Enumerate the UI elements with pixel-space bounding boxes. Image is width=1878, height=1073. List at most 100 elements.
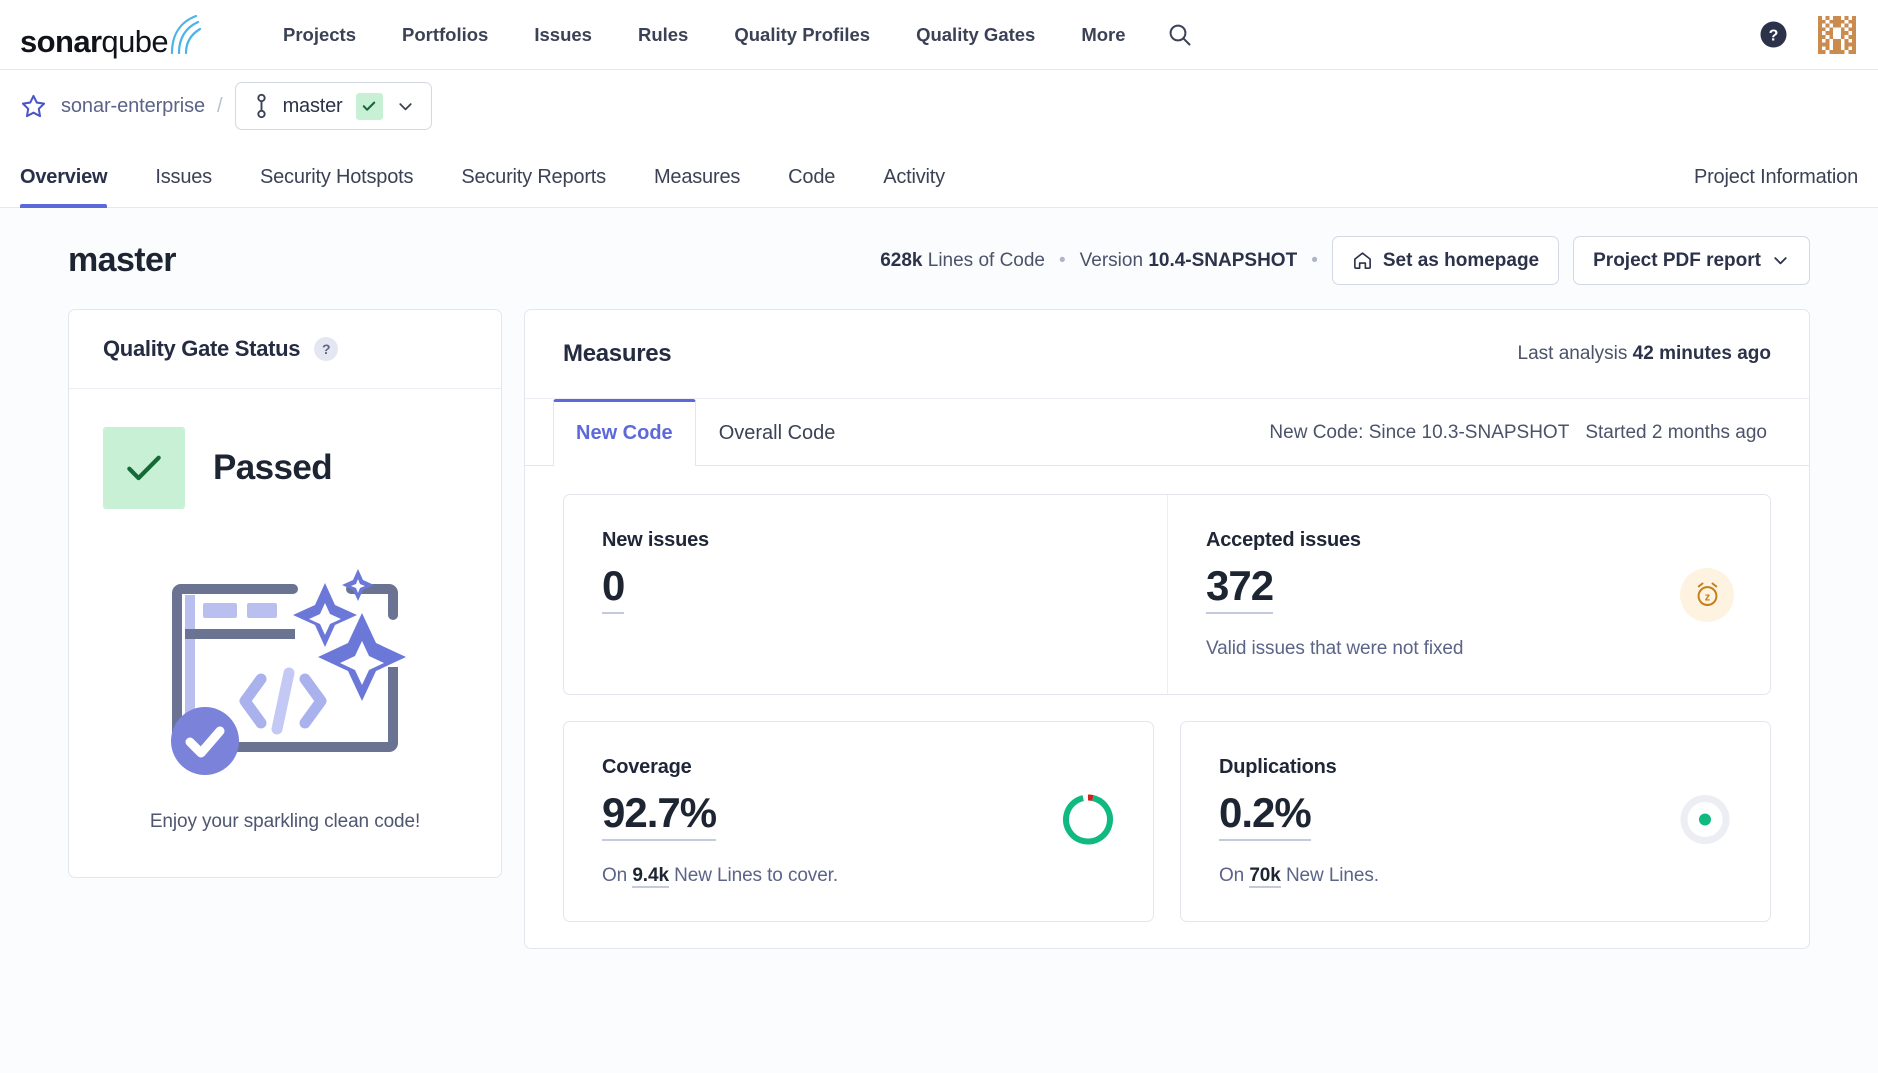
duplications-icon-wrap (1676, 790, 1734, 853)
accepted-issues-icon-wrap: z (1680, 568, 1734, 622)
check-icon (122, 446, 166, 490)
coverage-label: Coverage (602, 756, 1117, 779)
logo-text-light: qube (101, 24, 168, 59)
accepted-issues-value[interactable]: 372 (1206, 562, 1273, 614)
quality-gate-status-badge (103, 427, 185, 509)
tab-code[interactable]: Code (788, 166, 835, 207)
new-code-started: Started 2 months ago (1585, 422, 1767, 444)
favorite-star-button[interactable] (20, 93, 47, 120)
duplications-new-lines-link[interactable]: 70k (1249, 865, 1280, 888)
page-meta: 628k Lines of Code • Version 10.4-SNAPSH… (880, 236, 1810, 285)
issues-panel: New issues 0 Accepted issues 372 Valid i… (563, 494, 1771, 695)
page-header: master 628k Lines of Code • Version 10.4… (20, 208, 1858, 309)
quality-gate-header: Quality Gate Status ? (69, 310, 501, 389)
breadcrumb-project-link[interactable]: sonar-enterprise (61, 95, 205, 118)
coverage-sub-prefix: On (602, 865, 627, 886)
tab-overall-code[interactable]: Overall Code (696, 399, 859, 466)
nav-item-portfolios[interactable]: Portfolios (379, 14, 511, 56)
tab-security-hotspots[interactable]: Security Hotspots (260, 166, 413, 207)
measures-title: Measures (563, 340, 671, 368)
help-circle-icon: ? (1759, 20, 1788, 49)
version-value: 10.4-SNAPSHOT (1148, 250, 1297, 271)
duplications-sub: On 70k New Lines. (1219, 865, 1734, 887)
nav-item-projects[interactable]: Projects (260, 14, 379, 56)
svg-text:?: ? (1769, 28, 1779, 45)
meta-separator-1: • (1059, 250, 1066, 272)
lines-of-code-stat: 628k Lines of Code (880, 250, 1045, 272)
last-analysis: Last analysis 42 minutes ago (1518, 343, 1771, 365)
avatar[interactable] (1818, 16, 1856, 54)
coverage-new-lines-link[interactable]: 9.4k (632, 865, 669, 888)
tab-new-code[interactable]: New Code (553, 399, 696, 466)
nav-item-issues[interactable]: Issues (511, 14, 615, 56)
measures-card: Measures Last analysis 42 minutes ago Ne… (524, 309, 1810, 949)
accepted-issues-cell: Accepted issues 372 Valid issues that we… (1167, 495, 1770, 694)
tab-activity[interactable]: Activity (883, 166, 945, 207)
version-label: Version (1080, 250, 1143, 271)
logo-text-bold: sonar (20, 24, 101, 59)
project-information-link[interactable]: Project Information (1694, 166, 1858, 207)
dashboard-columns: Quality Gate Status ? Passed (20, 309, 1858, 949)
measures-header: Measures Last analysis 42 minutes ago (525, 310, 1809, 399)
coverage-sub: On 9.4k New Lines to cover. (602, 865, 1117, 887)
set-as-homepage-button[interactable]: Set as homepage (1332, 236, 1559, 285)
last-analysis-value: 42 minutes ago (1633, 343, 1771, 364)
global-nav-right: ? (1759, 16, 1856, 54)
quality-gate-help-icon[interactable]: ? (314, 337, 338, 361)
duplications-value[interactable]: 0.2% (1219, 789, 1311, 841)
tab-overview[interactable]: Overview (20, 166, 107, 207)
measures-grid: New issues 0 Accepted issues 372 Valid i… (525, 466, 1809, 948)
accepted-issues-label: Accepted issues (1206, 529, 1734, 552)
svg-text:z: z (1704, 592, 1710, 604)
breadcrumb-bar: sonar-enterprise / master (0, 70, 1878, 142)
measures-tabs: New Code Overall Code New Code: Since 10… (525, 399, 1809, 466)
branch-name: master (283, 95, 343, 118)
nav-item-quality-profiles[interactable]: Quality Profiles (711, 14, 893, 56)
global-navigation-bar: sonarqube Projects Portfolios Issues Rul… (0, 0, 1878, 70)
quality-gate-status-label: Passed (213, 448, 332, 488)
sonarqube-logo[interactable]: sonarqube (20, 13, 208, 57)
project-pdf-report-button[interactable]: Project PDF report (1573, 236, 1810, 285)
duplications-cell: Duplications 0.2% On 70k New Lines. (1181, 722, 1770, 921)
duplications-donut-icon (1676, 790, 1734, 848)
star-outline-icon (20, 93, 47, 120)
quality-gate-title: Quality Gate Status (103, 336, 300, 362)
coverage-value[interactable]: 92.7% (602, 789, 716, 841)
nav-item-quality-gates[interactable]: Quality Gates (893, 14, 1058, 56)
new-issues-label: New issues (602, 529, 1131, 552)
tab-security-reports[interactable]: Security Reports (461, 166, 606, 207)
duplications-label: Duplications (1219, 756, 1734, 779)
project-pdf-report-label: Project PDF report (1593, 250, 1761, 272)
search-icon (1167, 22, 1193, 48)
branch-status-badge (356, 93, 383, 120)
quality-gate-body: Passed (69, 389, 501, 877)
set-as-homepage-label: Set as homepage (1383, 250, 1539, 272)
snooze-icon-bubble: z (1680, 568, 1734, 622)
help-button[interactable]: ? (1759, 20, 1788, 49)
version-stat: Version 10.4-SNAPSHOT (1080, 250, 1298, 272)
global-nav-items: Projects Portfolios Issues Rules Quality… (260, 12, 1211, 58)
branch-selector[interactable]: master (235, 82, 432, 130)
duplications-panel: Duplications 0.2% On 70k New Lines. (1180, 721, 1771, 922)
lines-of-code-label: Lines of Code (928, 250, 1045, 271)
duplications-sub-suffix: New Lines. (1286, 865, 1379, 886)
project-tabs: Overview Issues Security Hotspots Securi… (0, 142, 1878, 208)
tab-measures[interactable]: Measures (654, 166, 740, 207)
page-title: master (68, 241, 176, 280)
coverage-donut-icon (1059, 790, 1117, 848)
coverage-icon-wrap (1059, 790, 1117, 853)
chevron-down-icon (1771, 251, 1790, 270)
coverage-sub-suffix: New Lines to cover. (674, 865, 838, 886)
chevron-down-icon (396, 97, 415, 116)
nav-item-more[interactable]: More (1058, 14, 1148, 56)
new-issues-value[interactable]: 0 (602, 562, 624, 614)
coverage-duplications-row: Coverage 92.7% On 9.4k New Lines to cove… (563, 721, 1771, 948)
quality-gate-status-card: Quality Gate Status ? Passed (68, 309, 502, 878)
tab-issues[interactable]: Issues (155, 166, 212, 207)
global-search-button[interactable] (1149, 12, 1211, 58)
quality-gate-message: Enjoy your sparkling clean code! (103, 797, 467, 877)
lines-of-code-value: 628k (880, 250, 922, 271)
home-icon (1352, 250, 1373, 271)
nav-item-rules[interactable]: Rules (615, 14, 711, 56)
logo-text: sonarqube (20, 26, 168, 57)
